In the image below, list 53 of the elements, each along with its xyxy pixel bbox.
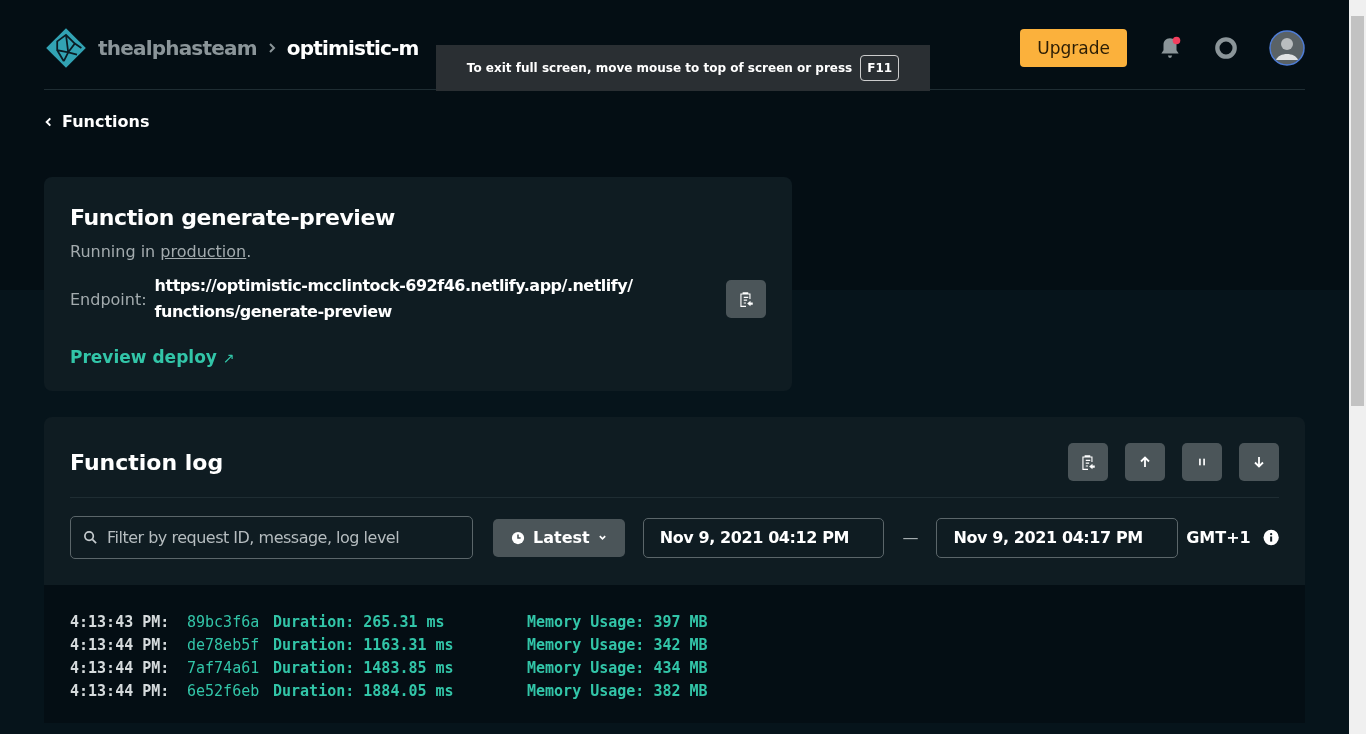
log-time: 4:13:44 PM: — [70, 635, 171, 656]
endpoint-url: https://optimistic-mcclintock-692f46.netlify.app/.netlify/functions/generate-preview — [154, 275, 634, 323]
team-breadcrumb[interactable]: thealphasteam — [98, 35, 257, 60]
request-id: de78eb5f — [187, 635, 261, 656]
clipboard-icon — [1079, 453, 1097, 471]
clipboard-icon — [737, 290, 755, 308]
search-icon — [83, 530, 98, 545]
request-id: 6e52f6eb — [187, 681, 261, 702]
log-duration: Duration: 1483.85 ms — [273, 658, 455, 679]
log-time: 4:13:44 PM: — [70, 658, 171, 679]
avatar[interactable] — [1269, 29, 1305, 66]
clock-icon — [511, 530, 525, 545]
help-icon[interactable] — [1213, 34, 1239, 61]
arrow-down-icon — [1253, 456, 1265, 468]
request-id: 7af74a61 — [187, 658, 261, 679]
site-breadcrumb[interactable]: optimistic-m — [286, 35, 419, 60]
copy-log-button[interactable] — [1068, 443, 1108, 481]
scrollbar[interactable] — [1349, 0, 1366, 734]
log-duration: Duration: 1163.31 ms — [273, 635, 455, 656]
pause-icon — [1197, 457, 1207, 467]
chevron-left-icon — [44, 115, 53, 128]
info-icon[interactable] — [1262, 529, 1279, 546]
log-duration: Duration: 1884.05 ms — [273, 681, 455, 702]
preview-deploy-link[interactable]: Preview deploy ↗ — [70, 347, 235, 367]
upgrade-button[interactable]: Upgrade — [1020, 28, 1127, 67]
range-separator: — — [902, 528, 919, 547]
status-text: Running in production. — [70, 242, 253, 261]
scroll-bottom-button[interactable] — [1239, 443, 1279, 481]
log-memory: Memory Usage: 434 MB — [527, 658, 708, 679]
caret-icon — [597, 533, 607, 542]
timezone-label: GMT+1 — [1186, 528, 1251, 547]
log-title: Function log — [70, 449, 224, 475]
endpoint-label: Endpoint: — [70, 289, 147, 309]
production-link[interactable]: production — [160, 242, 247, 261]
key-badge: F11 — [860, 55, 900, 81]
search-field[interactable]: Filter by request ID, message, log level — [70, 516, 473, 559]
chevron-right-icon — [266, 40, 277, 55]
arrow-up-icon — [1139, 456, 1151, 468]
log-duration: Duration: 265.31 ms — [273, 612, 446, 633]
log-time: 4:13:43 PM: — [70, 612, 171, 633]
scroll-top-button[interactable] — [1125, 443, 1165, 481]
notice-text: To exit full screen, move mouse to top of screen or press — [466, 61, 853, 75]
request-id: 89bc3f6a — [187, 612, 261, 633]
start-date-field[interactable]: Nov 9, 2021 04:12 PM — [642, 517, 885, 558]
range-dropdown[interactable]: Latest — [493, 518, 625, 557]
log-memory: Memory Usage: 342 MB — [527, 635, 708, 656]
log-time: 4:13:44 PM: — [70, 681, 171, 702]
copy-button[interactable] — [726, 280, 766, 318]
back-link[interactable]: Functions — [44, 112, 150, 131]
log-memory: Memory Usage: 397 MB — [527, 612, 708, 633]
end-date-field[interactable]: Nov 9, 2021 04:17 PM — [936, 517, 1179, 558]
function-title: Function generate-preview — [70, 205, 396, 230]
log-memory: Memory Usage: 382 MB — [527, 681, 708, 702]
